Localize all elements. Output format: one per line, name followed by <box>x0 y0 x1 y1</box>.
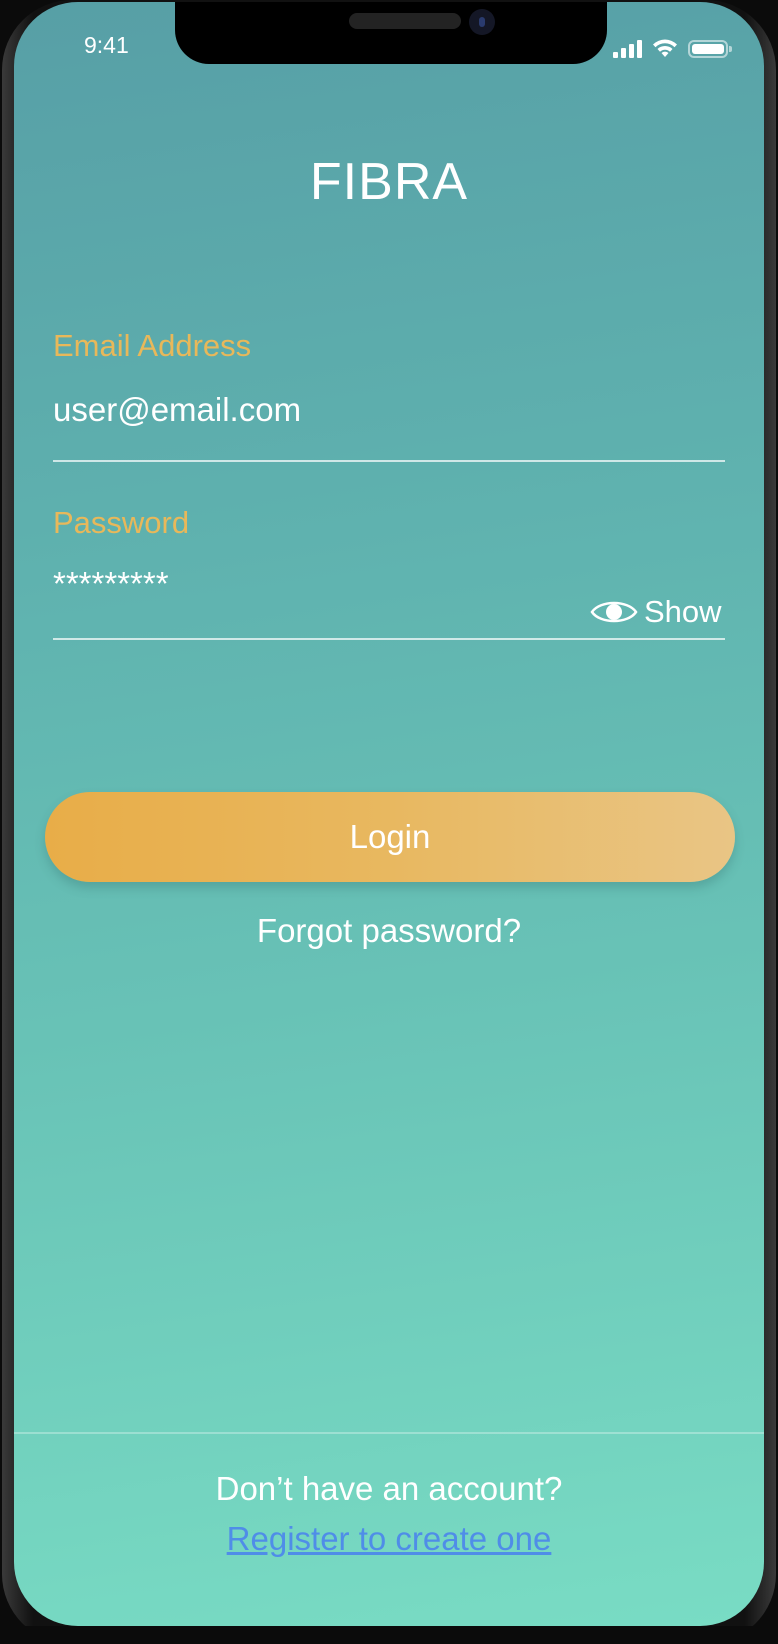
show-password-toggle[interactable]: Show <box>590 592 722 632</box>
phone-device: 9:41 FIBRA Email Address Password Show <box>0 0 778 1644</box>
email-underline <box>53 460 725 462</box>
password-field[interactable] <box>53 562 513 606</box>
forgot-password-link[interactable]: Forgot password? <box>14 912 764 950</box>
login-button[interactable]: Login <box>45 792 735 882</box>
password-underline <box>53 638 725 640</box>
app-title: FIBRA <box>309 153 469 211</box>
register-link[interactable]: Register to create one <box>14 1520 764 1558</box>
email-label: Email Address <box>53 328 252 363</box>
no-account-text: Don’t have an account? <box>215 1470 563 1507</box>
status-bar-icons <box>613 36 732 58</box>
status-bar-time: 9:41 <box>84 32 129 58</box>
cellular-signal-icon <box>613 40 642 58</box>
email-field[interactable] <box>53 388 533 432</box>
battery-icon <box>688 40 732 58</box>
phone-notch <box>175 2 607 64</box>
wifi-icon <box>653 39 677 57</box>
device-bottom-bezel <box>0 1626 778 1644</box>
front-camera <box>469 9 495 35</box>
login-screen: 9:41 FIBRA Email Address Password Show <box>14 2 764 1626</box>
eye-icon <box>590 601 638 623</box>
speaker-grille <box>349 13 461 29</box>
footer-divider <box>14 1432 764 1434</box>
password-label: Password <box>53 505 190 540</box>
show-label: Show <box>644 594 722 629</box>
